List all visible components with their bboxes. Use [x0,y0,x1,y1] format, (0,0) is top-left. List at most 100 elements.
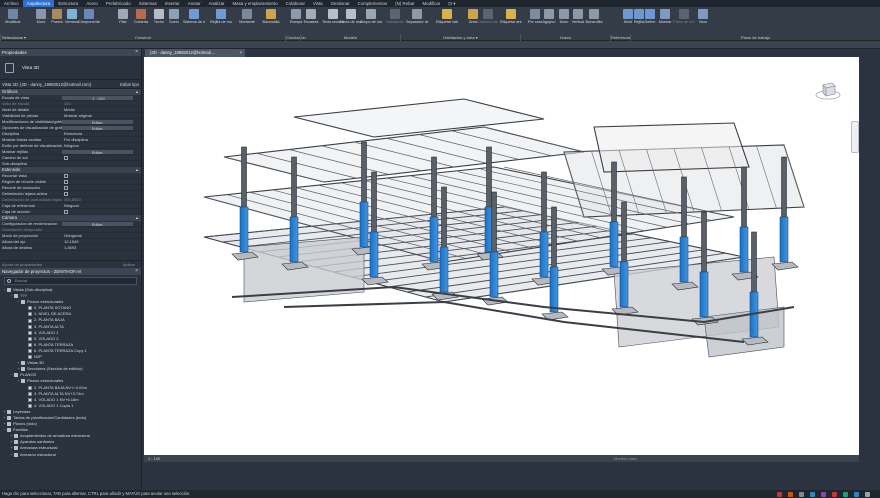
ribbon-button-14[interactable]: Escalera [300,8,322,33]
tab-12[interactable]: Gestionar [327,0,354,7]
property-value[interactable]: Por disciplina [62,137,141,142]
tab-8[interactable]: Analizar [205,0,229,7]
checkbox[interactable] [64,180,68,184]
vertical-scrollbar[interactable] [859,57,880,462]
tree-node[interactable]: + Armazón estructural [0,452,141,458]
checkbox[interactable] [64,186,68,190]
property-value[interactable]: Editar... [62,125,133,130]
status-icon-7[interactable] [854,491,859,497]
property-value[interactable]: Editar... [62,149,133,154]
tab-2[interactable]: Estructura [54,0,82,7]
collapse-icon[interactable]: ▴ [136,89,138,95]
status-icon-6[interactable] [843,491,848,497]
view-tab-3d[interactable]: {3D - danny_19982012@hotmail.... × [145,49,245,57]
drawing-canvas[interactable] [144,57,859,455]
checkbox[interactable] [64,174,68,178]
property-value[interactable]: Ninguno [62,203,141,208]
status-icon-4[interactable] [821,491,826,497]
property-value[interactable]: 12,1549 [62,239,141,244]
property-value[interactable] [62,209,141,214]
viewcube[interactable] [815,77,841,103]
tab-0[interactable]: Archivo [0,0,23,7]
checkbox[interactable] [64,192,68,196]
status-icon-5[interactable] [832,491,837,497]
section-extents[interactable]: Extensión ▴ [0,167,141,173]
ribbon-button-0[interactable]: Modificar [2,8,24,33]
ribbon-button-12[interactable]: Barandilla [260,8,282,33]
tab-13[interactable]: Complementos [354,0,392,7]
property-value[interactable]: 304,8000 [62,197,141,202]
ribbon-button-28[interactable]: Buhardilla [583,8,605,33]
ribbon-button-20[interactable]: Etiquetar habitación [436,8,458,33]
property-value[interactable] [62,227,141,232]
property-value[interactable]: Editar... [62,221,133,226]
property-value[interactable]: Estructura [62,131,141,136]
ribbon-button-23[interactable]: Etiquetar área [500,8,522,33]
ribbon-button-10[interactable]: Rejilla de muro cortina [210,8,232,33]
view-scale[interactable]: 1 : 100 [148,456,160,461]
tab-4[interactable]: Prefabricado [102,0,135,7]
tab-11[interactable]: Vista [309,0,327,7]
tab-7[interactable]: Anotar [184,0,205,7]
property-value[interactable]: 100 [62,101,141,106]
property-value[interactable]: Editar... [62,119,133,124]
property-value[interactable]: 1 : 100 [62,95,133,100]
property-value[interactable]: Mostrar original [62,113,141,118]
property-value[interactable]: Ninguno [62,143,141,148]
ribbon-button-17[interactable]: Grupo de modelo [360,8,382,33]
ribbon-button-icon [136,9,146,19]
ribbon-button-16[interactable]: Línea de modelo [340,8,362,33]
property-value[interactable]: 1,4693 [62,245,141,250]
section-camera[interactable]: Cámara ▴ [0,215,141,221]
ribbon-button-22[interactable]: Contorno de área [477,8,499,33]
tab-5[interactable]: Sistemas [135,0,161,7]
close-icon[interactable]: × [135,268,138,275]
collapse-icon[interactable]: ▴ [136,215,138,221]
property-value[interactable] [62,161,141,166]
ribbon-button-34[interactable]: Visor [692,8,714,33]
property-value[interactable]: Medio [62,107,141,112]
search-input[interactable]: Buscar [4,277,137,285]
ribbon-button-4[interactable]: Componente [78,8,100,33]
tab-9[interactable]: Masa y emplazamiento [229,0,282,7]
select-dropdown[interactable]: Seleccionar ▾ [0,34,30,41]
type-selector[interactable]: Vista 3D [0,56,141,80]
tab-14[interactable]: (N) Rebar [391,0,418,7]
column-15 [751,231,757,293]
ribbon-button-18[interactable]: Habitación [384,8,406,33]
property-name: Escala de vista [2,95,29,100]
ribbon-options-icon[interactable]: ⊡ ▾ [444,0,459,7]
tab-1[interactable]: Arquitectura [22,0,55,7]
close-icon[interactable]: × [240,49,242,57]
property-value[interactable] [62,179,141,184]
properties-help-link[interactable]: Ayuda de propiedades [2,262,42,267]
checkbox[interactable] [64,156,68,160]
section-graphics[interactable]: Gráficos ▴ [0,89,141,95]
tab-6[interactable]: Insertar [161,0,184,7]
tab-3[interactable]: Acero [82,0,101,7]
status-icon-0[interactable] [777,491,782,497]
ribbon-button-8[interactable]: Suelo [163,8,185,33]
status-icon-2[interactable] [799,491,804,497]
view-selector[interactable]: Vista 3D: {3D - danny_19982012@hotmail.c… [2,82,120,87]
ribbon-button-19[interactable]: Separador de habitación [406,8,428,33]
property-value[interactable] [62,155,141,160]
property-value[interactable]: Ortogonal [62,233,141,238]
tab-15[interactable]: Modificar [418,0,444,7]
property-value[interactable] [62,191,141,196]
collapse-icon[interactable]: ▴ [136,167,138,173]
status-icon-8[interactable] [865,491,870,497]
ribbon-button-9[interactable]: Sistema de muro cortina [183,8,205,33]
navigation-bar[interactable] [851,121,859,153]
edit-type-button[interactable]: Editar tipo [120,82,139,87]
status-icon-3[interactable] [810,491,815,497]
ribbon-button-11[interactable]: Montante [236,8,258,33]
apply-button[interactable]: Aplicar [123,261,135,268]
close-icon[interactable]: × [135,49,138,56]
property-value[interactable] [62,185,141,190]
status-icon-1[interactable] [788,491,793,497]
tab-10[interactable]: Colaborar [282,0,309,7]
property-value[interactable] [62,173,141,178]
property-row[interactable]: Altura de destino 1,4693 [0,245,141,251]
checkbox[interactable] [64,210,68,214]
